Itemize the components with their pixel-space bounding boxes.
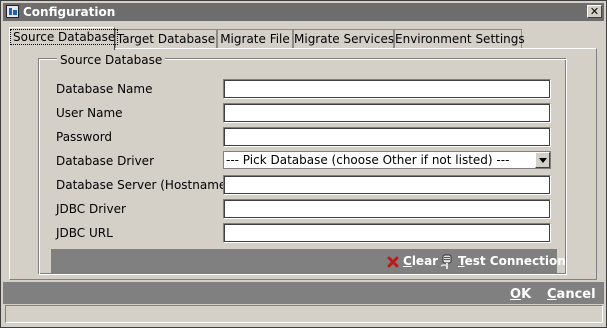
configuration-window: Configuration ✕ Source Database Target D… bbox=[0, 0, 607, 328]
tab-source-database[interactable]: Source Database bbox=[9, 27, 119, 50]
password-label: Password bbox=[56, 130, 113, 144]
status-bar bbox=[5, 305, 603, 323]
app-icon bbox=[6, 5, 19, 18]
tab-migrate-file[interactable]: Migrate File bbox=[217, 29, 293, 49]
cancel-button[interactable]: Cancel bbox=[547, 287, 596, 302]
chevron-down-icon[interactable] bbox=[535, 152, 550, 168]
database-driver-label: Database Driver bbox=[56, 154, 154, 168]
plug-icon[interactable] bbox=[440, 254, 454, 270]
group-title: Source Database bbox=[57, 53, 166, 67]
database-server-input[interactable] bbox=[223, 175, 551, 195]
title-bar[interactable]: Configuration ✕ bbox=[3, 3, 604, 21]
password-input[interactable] bbox=[223, 127, 551, 147]
jdbc-driver-input[interactable] bbox=[223, 199, 551, 219]
user-name-input[interactable] bbox=[223, 103, 551, 123]
window-title: Configuration bbox=[23, 5, 116, 19]
database-server-label: Database Server (Hostname) bbox=[56, 178, 231, 192]
action-bar: Clear Test Connection bbox=[51, 249, 566, 274]
ok-button[interactable]: OK bbox=[510, 287, 531, 302]
red-x-icon[interactable] bbox=[387, 256, 399, 268]
tab-environment-settings[interactable]: Environment Settings bbox=[394, 29, 525, 49]
clear-button[interactable]: Clear bbox=[403, 254, 438, 268]
tab-target-database[interactable]: Target Database bbox=[115, 29, 217, 49]
jdbc-driver-label: JDBC Driver bbox=[56, 202, 126, 216]
jdbc-url-input[interactable] bbox=[223, 223, 551, 243]
tab-migrate-services[interactable]: Migrate Services bbox=[293, 29, 394, 49]
close-button[interactable]: ✕ bbox=[587, 5, 602, 18]
jdbc-url-label: JDBC URL bbox=[56, 226, 113, 240]
user-name-label: User Name bbox=[56, 106, 123, 120]
database-name-input[interactable] bbox=[223, 79, 551, 99]
database-name-label: Database Name bbox=[56, 82, 153, 96]
database-driver-select[interactable]: --- Pick Database (choose Other if not l… bbox=[223, 151, 551, 169]
database-driver-selected-value: --- Pick Database (choose Other if not l… bbox=[226, 153, 510, 167]
test-connection-button[interactable]: Test Connection bbox=[458, 254, 566, 268]
